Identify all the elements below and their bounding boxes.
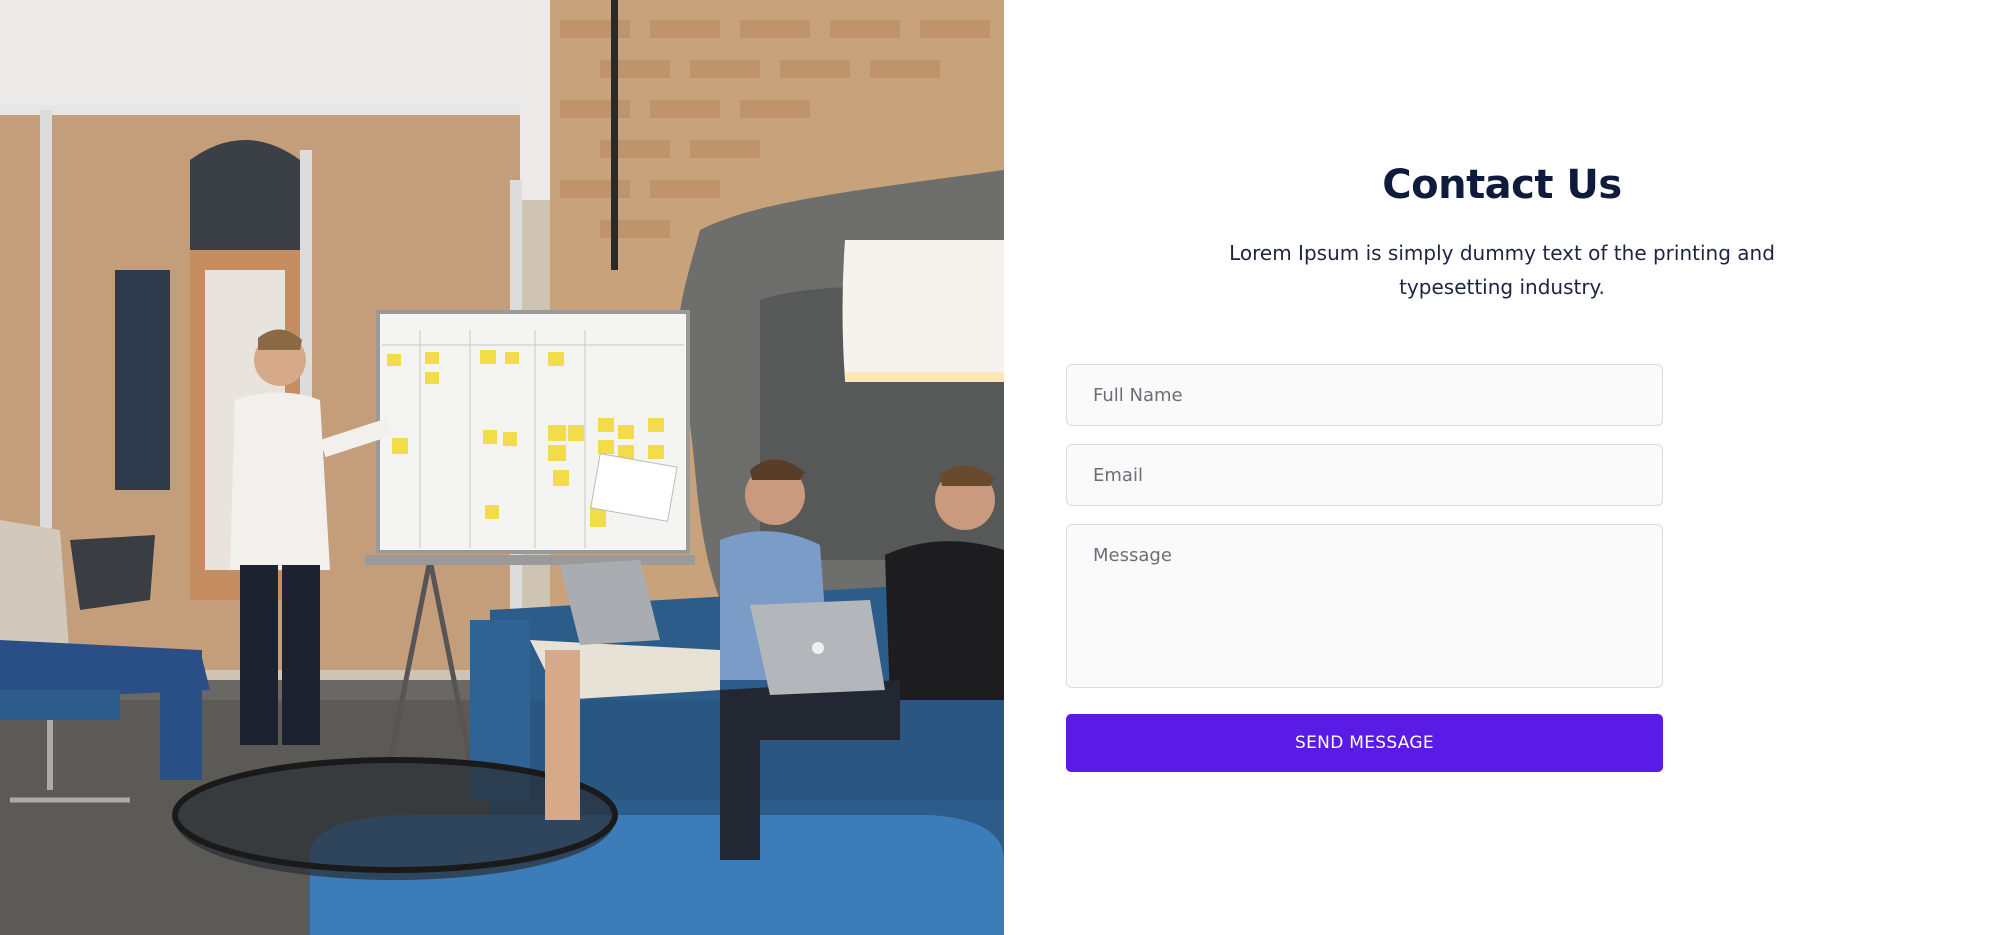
contact-section: Contact Us Lorem Ipsum is simply dummy t…: [1004, 0, 2000, 935]
subtitle-line-1: Lorem Ipsum is simply dummy text of the …: [1229, 241, 1775, 265]
email-input[interactable]: [1066, 444, 1663, 506]
page-title: Contact Us: [1382, 162, 1622, 208]
send-message-button[interactable]: SEND MESSAGE: [1066, 714, 1663, 772]
office-meeting-illustration: [0, 0, 1004, 935]
message-textarea[interactable]: [1066, 524, 1663, 688]
hero-photo: [0, 0, 1004, 935]
full-name-input[interactable]: [1066, 364, 1663, 426]
subtitle-line-2: typesetting industry.: [1399, 275, 1605, 299]
page-subtitle: Lorem Ipsum is simply dummy text of the …: [1084, 236, 1920, 304]
contact-form: SEND MESSAGE: [1066, 364, 1663, 772]
